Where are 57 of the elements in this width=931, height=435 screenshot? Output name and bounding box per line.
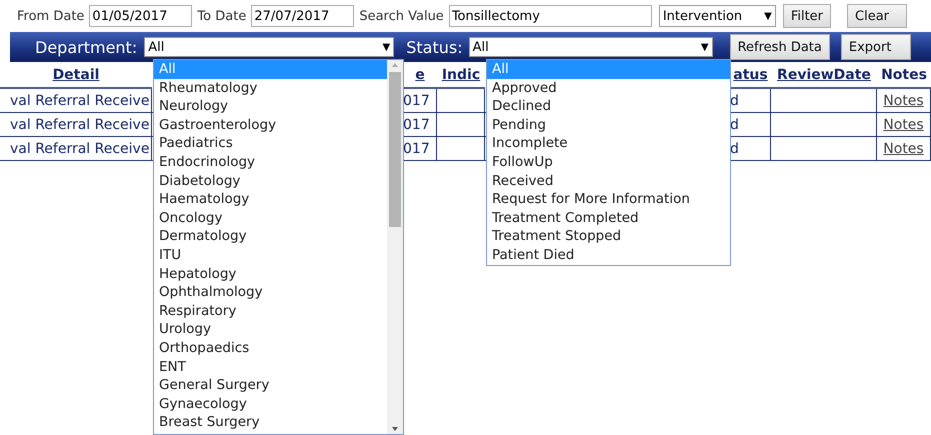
dropdown-option[interactable]: Orthopaedics <box>154 338 387 358</box>
column-header[interactable]: Detail <box>0 63 152 89</box>
notes-link[interactable]: Notes <box>883 92 924 108</box>
scrollbar[interactable] <box>387 60 403 434</box>
dropdown-option[interactable]: Incomplete <box>487 134 730 153</box>
dropdown-option[interactable]: Received <box>487 172 730 190</box>
dropdown-option[interactable]: Oncology <box>154 208 387 228</box>
dropdown-option[interactable]: Gynaecology <box>154 394 387 414</box>
clear-button[interactable]: Clear <box>847 4 908 28</box>
filter-button[interactable]: Filter <box>782 4 832 28</box>
export-button[interactable]: Export <box>840 34 911 60</box>
dropdown-option[interactable]: Hepatology <box>154 264 387 284</box>
from-date-field[interactable]: 01/05/2017 <box>89 5 192 27</box>
department-label: Department: <box>35 38 138 56</box>
status-dropdown[interactable]: All ▼ <box>468 37 713 57</box>
search-field[interactable]: Tonsillectomy <box>448 5 652 27</box>
table-cell: val Referral Receive <box>0 113 152 137</box>
dropdown-option[interactable]: Diabetology <box>154 172 387 190</box>
dropdown-option[interactable]: ENT <box>154 358 387 376</box>
dropdown-option[interactable]: Endocrinology <box>154 152 387 172</box>
table-cell <box>437 89 485 113</box>
dropdown-option[interactable]: ITU <box>154 246 387 265</box>
dropdown-option[interactable]: FollowUp <box>487 152 730 172</box>
column-header: Notes <box>877 63 931 89</box>
refresh-data-button[interactable]: Refresh Data <box>730 34 830 60</box>
dropdown-option[interactable]: Haematology <box>154 190 387 209</box>
dropdown-option[interactable]: Treatment Completed <box>487 208 730 228</box>
dropdown-option[interactable]: Approved <box>487 78 730 98</box>
to-date-field[interactable]: 27/07/2017 <box>251 5 354 27</box>
dropdown-option[interactable]: Patient Died <box>487 246 730 265</box>
notes-link[interactable]: Notes <box>883 140 924 156</box>
dropdown-option[interactable]: Rheumatology <box>154 78 387 98</box>
dropdown-option[interactable]: Pending <box>487 116 730 134</box>
column-header[interactable]: ReviewDate <box>771 63 877 89</box>
to-date-label: To Date <box>197 8 246 24</box>
status-label: Status: <box>406 38 463 56</box>
dropdown-option[interactable]: Urology <box>154 320 387 339</box>
dropdown-option[interactable]: General Surgery <box>154 376 387 395</box>
table-cell <box>437 137 485 161</box>
dropdown-option[interactable]: Paediatrics <box>154 134 387 153</box>
table-cell: val Referral Receive <box>0 137 152 161</box>
notes-link[interactable]: Notes <box>883 116 924 132</box>
dropdown-option[interactable]: Declined <box>487 97 730 116</box>
dropdown-option[interactable]: Breast Surgery <box>154 413 387 432</box>
search-type-dropdown[interactable]: Intervention ▼ <box>658 5 776 27</box>
dropdown-option[interactable]: Treatment Stopped <box>487 227 730 246</box>
search-value-label: Search Value <box>359 8 444 24</box>
dropdown-option[interactable]: Neurology <box>154 97 387 116</box>
table-cell: val Referral Receive <box>0 89 152 113</box>
dropdown-option[interactable]: Ophthalmology <box>154 283 387 302</box>
dropdown-option[interactable]: Gastroenterology <box>154 116 387 134</box>
department-dropdown[interactable]: All ▼ <box>144 37 394 57</box>
table-cell <box>437 113 485 137</box>
dropdown-option[interactable]: Request for More Information <box>487 190 730 209</box>
from-date-label: From Date <box>17 8 84 24</box>
dropdown-option[interactable]: Dermatology <box>154 227 387 246</box>
dropdown-option[interactable]: Respiratory <box>154 302 387 320</box>
